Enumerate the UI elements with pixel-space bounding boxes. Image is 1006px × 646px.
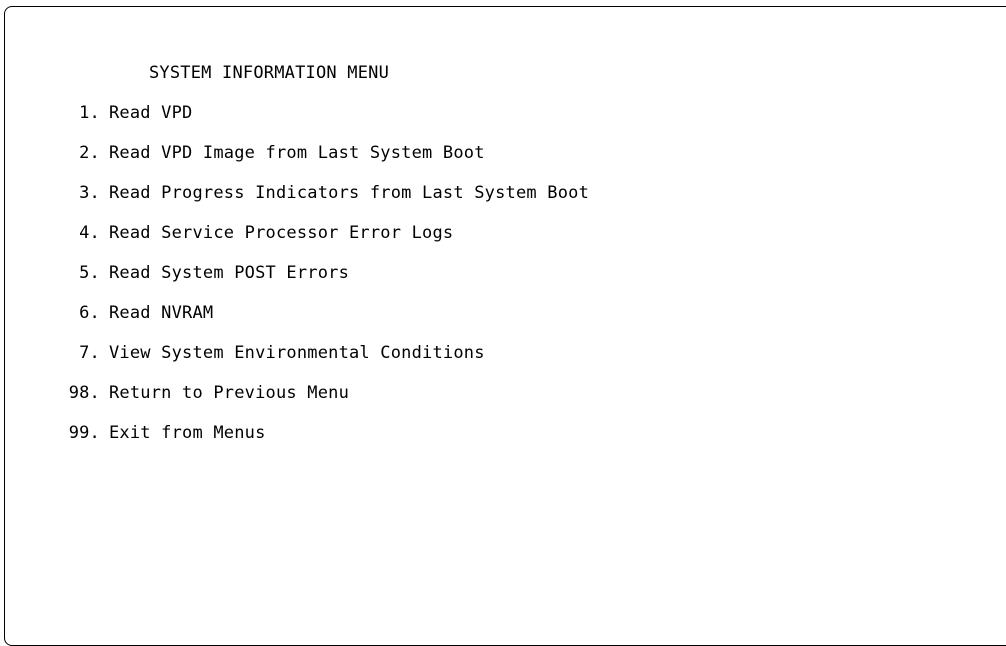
- menu-item-label: Read System POST Errors: [109, 263, 350, 283]
- menu-item-number: 2.: [79, 143, 100, 163]
- menu-item-label: Read NVRAM: [109, 303, 214, 323]
- menu-item-label: Read Service Processor Error Logs: [109, 223, 454, 243]
- menu-item-number: 4.: [79, 223, 100, 243]
- menu-item-read-progress-indicators[interactable]: 3. Read Progress Indicators from Last Sys…: [48, 182, 589, 222]
- menu-item-read-post-errors[interactable]: 5. Read System POST Errors: [48, 262, 589, 302]
- menu-title: SYSTEM INFORMATION MENU: [149, 63, 390, 83]
- menu-item-label: Read VPD: [109, 103, 193, 123]
- menu-item-number: 1.: [79, 103, 100, 123]
- menu-item-read-vpd[interactable]: 1. Read VPD: [48, 102, 589, 142]
- menu-item-read-vpd-image[interactable]: 2. Read VPD Image from Last System Boot: [48, 142, 589, 182]
- menu-item-number: 99.: [68, 423, 100, 443]
- menu-item-number: 6.: [79, 303, 100, 323]
- menu-item-number: 7.: [79, 343, 100, 363]
- menu-item-read-nvram[interactable]: 6. Read NVRAM: [48, 302, 589, 342]
- menu-item-view-environmental-conditions[interactable]: 7. View System Environmental Conditions: [48, 342, 589, 382]
- menu-item-number: 3.: [79, 183, 100, 203]
- menu-item-read-error-logs[interactable]: 4. Read Service Processor Error Logs: [48, 222, 589, 262]
- menu-item-label: Read VPD Image from Last System Boot: [109, 143, 485, 163]
- menu-item-label: Return to Previous Menu: [109, 383, 350, 403]
- menu-item-label: Exit from Menus: [109, 423, 266, 443]
- menu-options-list: 1. Read VPD 2. Read VPD Image from Last Sy…: [48, 102, 589, 462]
- terminal-screen: SYSTEM INFORMATION MENU 1. Read VPD 2. Rea…: [0, 0, 1006, 646]
- menu-item-label: Read Progress Indicators from Last Syste…: [109, 183, 590, 203]
- menu-item-exit-menus[interactable]: 99. Exit from Menus: [48, 422, 589, 462]
- menu-item-number: 5.: [79, 263, 100, 283]
- menu-item-number: 98.: [68, 383, 100, 403]
- menu-item-return-previous[interactable]: 98. Return to Previous Menu: [48, 382, 589, 422]
- menu-item-label: View System Environmental Conditions: [109, 343, 485, 363]
